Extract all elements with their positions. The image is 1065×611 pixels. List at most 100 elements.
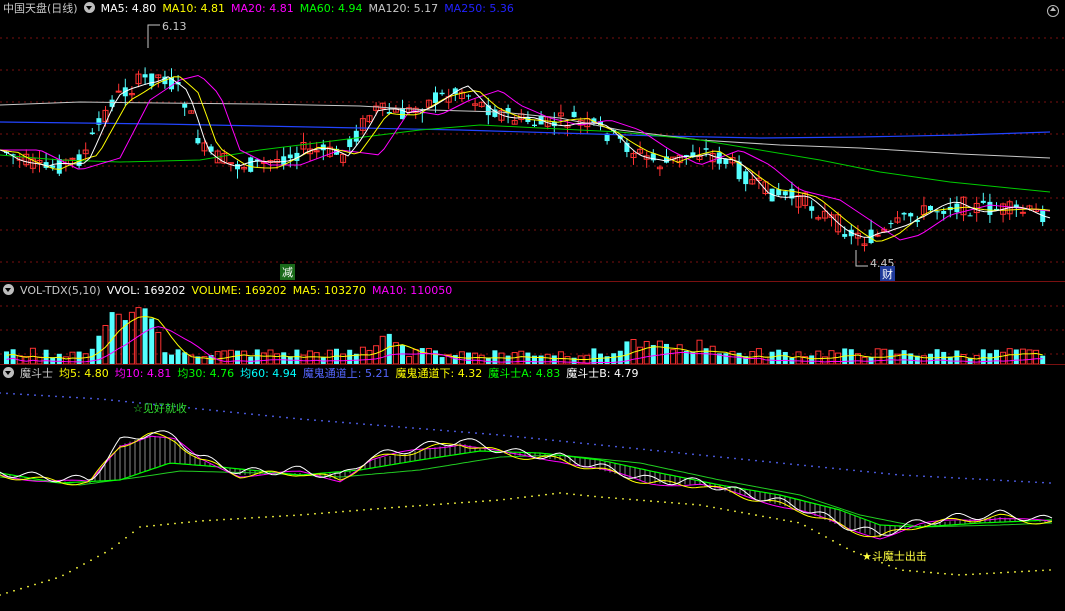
channel-lower-dot: [216, 519, 218, 521]
channel-upper-dot: [860, 470, 862, 472]
channel-lower-dot: [461, 501, 463, 504]
volume-bar: [762, 356, 769, 365]
volume-item: VVOL: 169202: [106, 284, 186, 297]
channel-upper-dot: [461, 431, 463, 433]
channel-lower-dot: [531, 495, 533, 498]
channel-lower-dot: [825, 536, 827, 538]
channel-upper-dot: [930, 475, 932, 478]
ma-label: MA5: 4.80: [100, 2, 157, 15]
high-pointer: [147, 24, 160, 48]
channel-upper-dot: [272, 415, 274, 418]
channel-lower-dot: [391, 506, 393, 509]
channel-upper-dot: [244, 412, 246, 415]
channel-upper-dot: [1007, 479, 1009, 482]
channel-lower-dot: [769, 516, 771, 519]
indicator-panel[interactable]: 魔斗士 均5: 4.80 均10: 4.81 均30: 4.76 均60: 4.94 魔鬼…: [0, 364, 1065, 611]
volume-bar: [241, 350, 248, 365]
channel-upper-dot: [76, 396, 78, 399]
dropdown-icon[interactable]: [3, 284, 14, 295]
channel-lower-dot: [804, 524, 806, 527]
channel-upper-dot: [356, 422, 358, 425]
channel-lower-dot: [608, 496, 610, 499]
price-chart-panel[interactable]: 中国天盘(日线) MA5: 4.80 MA10: 4.81 MA20: 4.81 MA6…: [0, 0, 1065, 281]
dropdown-icon[interactable]: [83, 2, 95, 13]
channel-upper-dot: [797, 463, 799, 466]
channel-lower-dot: [160, 524, 162, 526]
channel-lower-dot: [923, 571, 925, 573]
channel-lower-dot: [965, 573, 967, 576]
channel-lower-dot: [342, 510, 344, 513]
candle-body: [908, 213, 914, 217]
volume-bar: [769, 351, 775, 364]
channel-lower-dot: [909, 569, 911, 572]
channel-lower-dot: [454, 502, 456, 505]
volume-bar: [155, 331, 162, 365]
channel-lower-dot: [132, 531, 134, 534]
volume-bar: [1019, 348, 1026, 365]
channel-upper-dot: [685, 452, 687, 455]
channel-lower-dot: [993, 572, 995, 575]
candle-body: [287, 154, 293, 159]
channel-lower-dot: [755, 514, 757, 516]
volume-bar: [650, 345, 656, 364]
finance-marker[interactable]: 财: [880, 266, 895, 281]
volume-bar: [551, 355, 557, 364]
volume-bar: [366, 349, 373, 365]
volume-bar: [4, 351, 9, 364]
channel-lower-dot: [27, 585, 29, 588]
candle-body: [987, 201, 993, 215]
channel-lower-dot: [580, 494, 582, 496]
channel-upper-dot: [818, 466, 820, 468]
ma-label: MA20: 4.81: [231, 2, 294, 15]
volume-bar: [260, 352, 267, 365]
channel-lower-dot: [1049, 569, 1051, 571]
channel-upper-dot: [104, 398, 106, 401]
indicator-item: 均60: 4.94: [240, 367, 297, 380]
channel-upper-dot: [545, 438, 547, 441]
channel-lower-dot: [482, 500, 484, 503]
volume-bar: [412, 349, 419, 365]
channel-upper-dot: [622, 446, 624, 449]
candle-body: [967, 215, 973, 217]
channel-upper-dot: [370, 423, 372, 426]
channel-upper-dot: [734, 457, 736, 460]
channel-upper-dot: [601, 444, 603, 447]
channel-lower-dot: [90, 559, 92, 562]
channel-upper-dot: [454, 430, 456, 433]
channel-upper-dot: [692, 453, 694, 456]
ma-label: MA120: 5.17: [368, 2, 439, 15]
main-title: 中国天盘(日线): [3, 2, 78, 15]
channel-upper-dot: [615, 445, 617, 448]
channel-lower-dot: [314, 512, 316, 515]
channel-lower-dot: [538, 494, 540, 497]
channel-lower-dot: [300, 514, 302, 516]
volume-bar: [248, 356, 254, 364]
price-legend: 中国天盘(日线) MA5: 4.80 MA10: 4.81 MA20: 4.81 MA6…: [0, 0, 520, 18]
channel-upper-dot: [440, 429, 442, 432]
channel-upper-dot: [195, 407, 197, 410]
channel-upper-dot: [209, 409, 211, 411]
channel-lower-dot: [440, 503, 442, 506]
channel-upper-dot: [1028, 480, 1030, 483]
channel-upper-dot: [1014, 480, 1016, 483]
channel-lower-dot: [517, 497, 519, 499]
volume-bar: [729, 350, 736, 365]
channel-upper-dot: [923, 475, 925, 478]
channel-lower-dot: [20, 587, 22, 590]
channel-lower-dot: [888, 564, 890, 567]
channel-upper-dot: [223, 410, 225, 413]
channel-lower-dot: [265, 516, 267, 518]
buy-signal-note: ★斗魔士出击: [862, 550, 927, 563]
candle-body: [439, 92, 445, 95]
volume-bar: [954, 350, 960, 364]
indicator-title: 魔斗士: [20, 367, 53, 380]
reduce-marker[interactable]: 减: [280, 264, 295, 280]
channel-upper-dot: [1042, 481, 1044, 484]
channel-upper-dot: [48, 395, 50, 397]
channel-upper-dot: [363, 423, 365, 426]
channel-lower-dot: [545, 493, 547, 496]
dropdown-icon[interactable]: [3, 367, 14, 378]
volume-bar: [643, 340, 650, 365]
volume-panel[interactable]: VOL-TDX(5,10) VVOL: 169202 VOLUME: 169202 M…: [0, 281, 1065, 365]
channel-lower-dot: [377, 507, 379, 510]
